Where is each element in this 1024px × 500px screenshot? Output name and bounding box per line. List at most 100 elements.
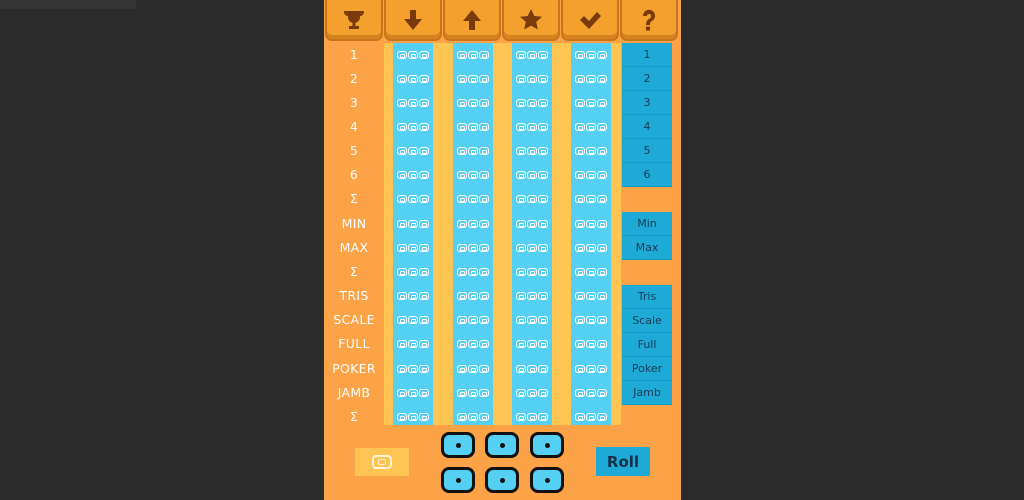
score-cell[interactable] — [512, 332, 552, 356]
die-placeholder-icon — [597, 389, 607, 397]
score-cell[interactable] — [571, 357, 611, 381]
die[interactable] — [530, 467, 564, 493]
score-column — [512, 43, 552, 425]
score-cell[interactable] — [393, 67, 433, 91]
score-cell[interactable] — [393, 357, 433, 381]
score-cell[interactable] — [393, 236, 433, 260]
die-placeholder-icon — [457, 389, 467, 397]
arrow-up-button[interactable] — [443, 0, 501, 41]
score-cell[interactable] — [571, 260, 611, 284]
score-cell[interactable] — [393, 163, 433, 187]
score-cell[interactable] — [393, 91, 433, 115]
score-cell[interactable] — [571, 236, 611, 260]
score-cell[interactable] — [571, 139, 611, 163]
score-cell[interactable] — [571, 115, 611, 139]
score-cell[interactable] — [512, 308, 552, 332]
die-placeholder-icon — [538, 195, 548, 203]
die-placeholder-icon — [538, 51, 548, 59]
score-cell[interactable] — [393, 308, 433, 332]
die-placeholder-icon — [408, 389, 418, 397]
score-cell[interactable] — [571, 91, 611, 115]
score-cell[interactable] — [393, 260, 433, 284]
score-cell[interactable] — [571, 332, 611, 356]
die[interactable] — [441, 467, 475, 493]
score-cell[interactable] — [512, 381, 552, 405]
score-cell[interactable] — [512, 357, 552, 381]
die-placeholder-icon — [468, 340, 478, 348]
score-cell[interactable] — [393, 43, 433, 67]
score-cell[interactable] — [393, 139, 433, 163]
score-cell[interactable] — [512, 236, 552, 260]
score-cell[interactable] — [512, 139, 552, 163]
die[interactable] — [530, 432, 564, 458]
score-cell[interactable] — [571, 381, 611, 405]
score-cell[interactable] — [571, 163, 611, 187]
score-cell[interactable] — [453, 187, 493, 211]
arrow-down-button[interactable] — [384, 0, 442, 41]
die[interactable] — [485, 432, 519, 458]
score-cell[interactable] — [512, 212, 552, 236]
score-cell[interactable] — [453, 115, 493, 139]
score-cell[interactable] — [453, 381, 493, 405]
die[interactable] — [441, 432, 475, 458]
help-button[interactable] — [620, 0, 678, 41]
score-cell[interactable] — [512, 115, 552, 139]
die-placeholder-icon — [527, 268, 537, 276]
hold-dice-button[interactable] — [355, 448, 409, 476]
score-cell[interactable] — [393, 381, 433, 405]
die-placeholder-icon — [516, 51, 526, 59]
score-cell[interactable] — [393, 187, 433, 211]
score-cell[interactable] — [571, 308, 611, 332]
score-cell[interactable] — [453, 139, 493, 163]
die-placeholder-icon — [586, 365, 596, 373]
score-cell[interactable] — [453, 308, 493, 332]
score-cell[interactable] — [571, 67, 611, 91]
score-cell[interactable] — [393, 284, 433, 308]
die-placeholder-icon — [468, 413, 478, 421]
score-cell[interactable] — [571, 43, 611, 67]
die-placeholder-icon — [397, 365, 407, 373]
score-cell[interactable] — [453, 236, 493, 260]
die-placeholder-icon — [586, 171, 596, 179]
die-placeholder-icon — [397, 51, 407, 59]
score-cell[interactable] — [512, 187, 552, 211]
checkmark-button[interactable] — [561, 0, 619, 41]
die-placeholder-icon — [516, 220, 526, 228]
score-cell[interactable] — [453, 91, 493, 115]
die-placeholder-icon — [408, 340, 418, 348]
score-cell[interactable] — [393, 212, 433, 236]
star-button[interactable] — [502, 0, 560, 41]
die-placeholder-icon — [527, 220, 537, 228]
die-placeholder-icon — [538, 220, 548, 228]
score-cell[interactable] — [393, 115, 433, 139]
score-cell[interactable] — [571, 284, 611, 308]
checkmark-icon — [580, 11, 601, 29]
score-cell[interactable] — [453, 357, 493, 381]
die-placeholder-icon — [575, 268, 585, 276]
die-placeholder-icon — [575, 389, 585, 397]
score-cell[interactable] — [571, 212, 611, 236]
score-cell[interactable] — [453, 43, 493, 67]
trophy-button[interactable] — [325, 0, 383, 41]
die-placeholder-icon — [457, 292, 467, 300]
die-placeholder-icon — [516, 413, 526, 421]
score-cell[interactable] — [453, 332, 493, 356]
score-cell[interactable] — [453, 212, 493, 236]
die-placeholder-icon — [397, 340, 407, 348]
score-cell[interactable] — [453, 284, 493, 308]
score-cell[interactable] — [453, 67, 493, 91]
score-cell[interactable] — [512, 163, 552, 187]
score-cell[interactable] — [453, 163, 493, 187]
roll-button[interactable]: Roll — [596, 447, 650, 476]
score-cell[interactable] — [512, 284, 552, 308]
score-cell[interactable] — [512, 67, 552, 91]
score-cell[interactable] — [393, 332, 433, 356]
score-cell[interactable] — [453, 260, 493, 284]
score-cell[interactable] — [512, 260, 552, 284]
score-cell[interactable] — [512, 91, 552, 115]
die-placeholder-icon — [538, 75, 548, 83]
score-cell[interactable] — [571, 187, 611, 211]
die-placeholder-icon — [575, 51, 585, 59]
die[interactable] — [485, 467, 519, 493]
score-cell[interactable] — [512, 43, 552, 67]
